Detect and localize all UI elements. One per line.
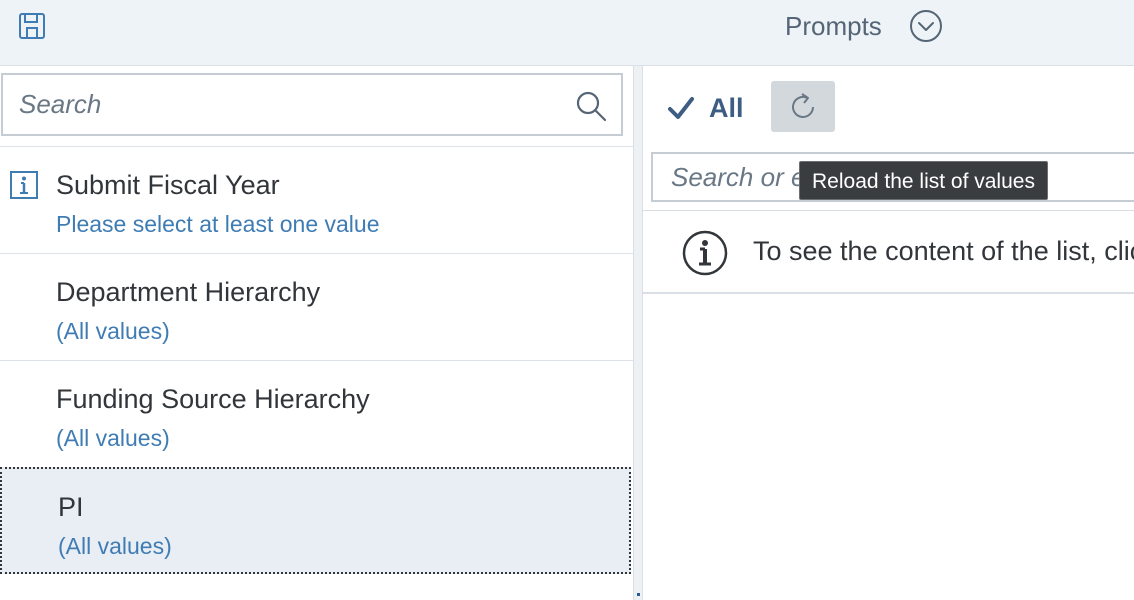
page-title: Prompts [785, 11, 882, 41]
reload-tooltip: Reload the list of values [799, 161, 1048, 200]
prompt-status: (All values) [58, 533, 172, 559]
prompt-list-pane: Submit Fiscal Year Please select at leas… [0, 66, 633, 600]
prompt-status: (All values) [56, 425, 170, 451]
prompt-item-submit-fiscal-year[interactable]: Submit Fiscal Year Please select at leas… [0, 146, 633, 253]
header-bar: Prompts [0, 0, 1134, 66]
prompts-dropdown-button[interactable] [909, 9, 943, 43]
search-icon[interactable] [574, 89, 608, 123]
prompt-list: Submit Fiscal Year Please select at leas… [0, 146, 633, 574]
select-all-label: All [709, 92, 744, 123]
prompt-item-pi[interactable]: PI (All values) [0, 467, 631, 574]
prompt-item-department-hierarchy[interactable]: Department Hierarchy (All values) [0, 253, 633, 360]
info-circle-icon [682, 230, 728, 276]
pane-splitter[interactable] [633, 66, 643, 600]
prompt-item-funding-source-hierarchy[interactable]: Funding Source Hierarchy (All values) [0, 360, 633, 467]
reload-values-button[interactable] [771, 81, 835, 132]
value-list-pane: All To see the content of the list, clic… [643, 66, 1134, 600]
prompt-status: (All values) [56, 318, 170, 344]
checkmark-icon [668, 97, 694, 119]
save-button[interactable] [16, 10, 48, 42]
prompt-search-box [1, 73, 623, 136]
chevron-down-circle-icon [910, 10, 942, 42]
splitter-handle-dot [637, 593, 640, 596]
floppy-disk-icon [19, 13, 45, 39]
prompt-search-input[interactable] [3, 75, 563, 134]
prompt-title: Funding Source Hierarchy [56, 384, 370, 414]
prompt-status: Please select at least one value [56, 211, 380, 237]
prompt-title: PI [58, 492, 84, 522]
prompt-title: Department Hierarchy [56, 277, 321, 307]
info-message: To see the content of the list, click Re… [643, 210, 1134, 294]
info-icon [10, 171, 38, 199]
select-all-button[interactable]: All [667, 88, 744, 128]
reload-icon [792, 92, 814, 118]
prompt-title: Submit Fiscal Year [56, 170, 280, 200]
info-message-text: To see the content of the list, click Re… [753, 236, 1134, 266]
